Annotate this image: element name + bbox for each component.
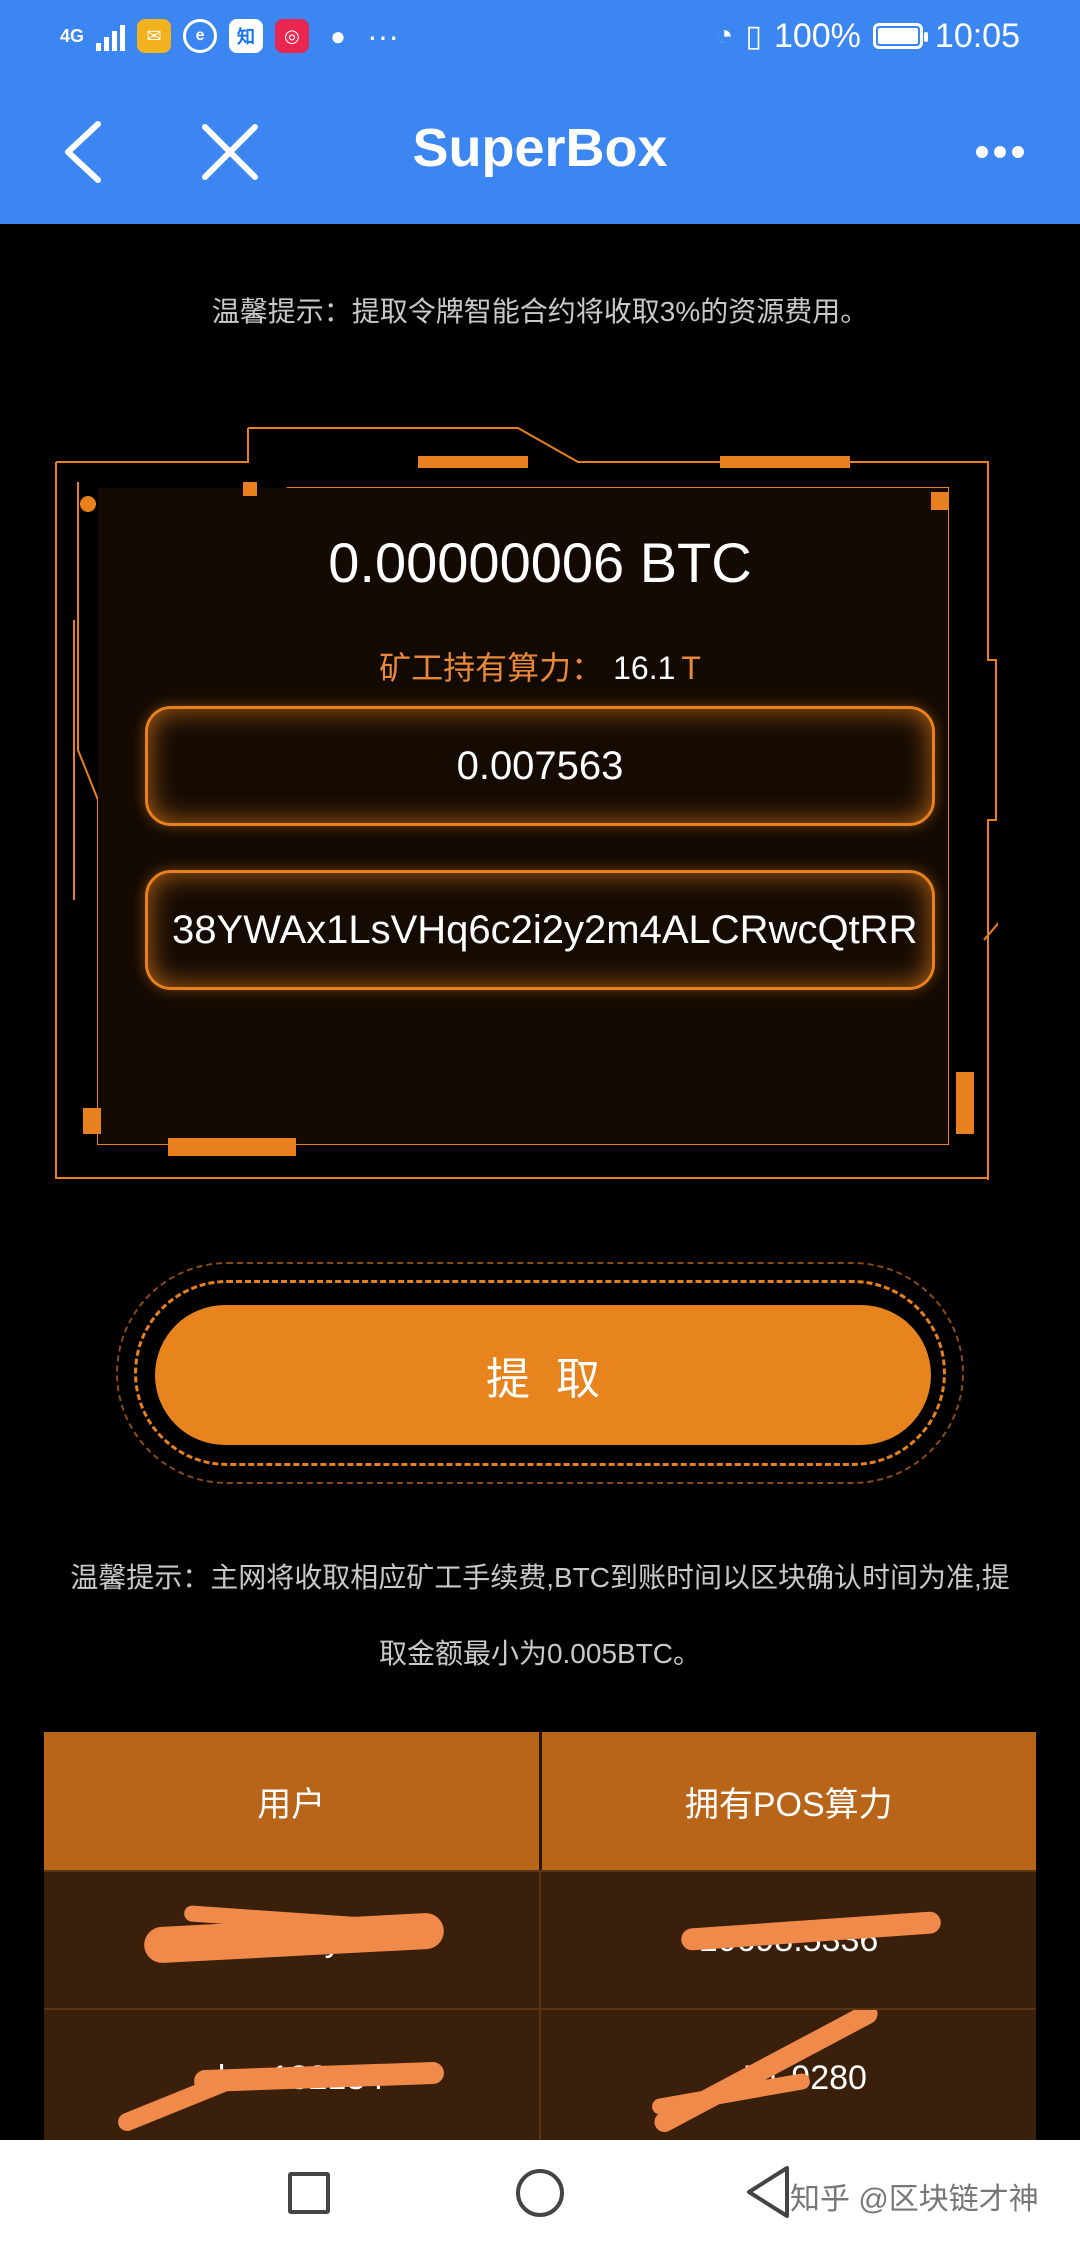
column-header-user: 用户 [257,1785,326,1824]
table-row: p35amiym 10698.5336 [44,1870,1036,2008]
clock: 10:05 [934,16,1020,55]
more-button[interactable] [960,112,1040,192]
sanjiao-icon: ◎ [275,19,310,53]
page-title: SuperBox [412,118,668,178]
miner-fee-tip-line2: 取金额最小为0.005BTC。 [378,1638,702,1669]
battery-icon [872,23,928,49]
status-bar: 4G ✉ e 知 ◎ ● ··· ◔ ▯ 100% 10:05 [0,0,1080,72]
data-saver-icon: ◔ [715,19,734,52]
vibrate-icon: ▯ [745,19,762,53]
table-cell-pos: …71.9280 [539,2010,1036,2146]
title-bar: SuperBox [0,72,1080,224]
redaction-scribble [115,2068,243,2134]
miner-fee-tip: 温馨提示：主网将收取相应矿工手续费,BTC到账时间以区块确认时间为准,提 取金额… [60,1540,1020,1692]
status-right: ◔ ▯ 100% 10:05 [715,17,1020,56]
address-value: 38YWAx1LsVHq6c2i2y2m4ALCRwcQtRR [172,907,918,952]
signal-icon [96,21,126,51]
more-dots-icon [976,146,1024,158]
mail-icon: ✉ [137,19,172,53]
miner-hashrate: 矿工持有算力： 16.1 T [0,643,1080,689]
browser-icon: e [183,19,218,53]
table-cell-user: zh…13213 l [44,2010,539,2146]
wechat-icon: ● [330,20,346,51]
table-cell-user: p35amiym [44,1872,539,2008]
withdraw-amount-input[interactable]: 0.007563 [145,706,935,826]
btc-balance: 0.00000006 BTC [328,531,752,594]
amount-value: 0.007563 [456,743,624,788]
home-button[interactable] [516,2169,564,2217]
network-label: 4G [60,25,85,46]
triangle-back-icon [747,2166,789,2218]
chevron-left-icon [65,121,101,183]
column-header-pos: 拥有POS算力 [538,1732,1037,1870]
miner-fee-tip-line1: 温馨提示：主网将收取相应矿工手续费,BTC到账时间以区块确认时间为准,提 [70,1562,1010,1593]
back-button[interactable] [42,112,122,192]
watermark: 知乎 @区块链才神 [790,2183,1039,2216]
battery-percent: 100% [773,16,861,55]
withdraw-label: 提取 [486,1355,626,1404]
withdraw-button[interactable]: 提取 [155,1305,931,1445]
resource-fee-tip: 温馨提示：提取令牌智能合约将收取3%的资源费用。 [211,296,869,327]
zhihu-icon: 知 [229,19,264,53]
hashrate-table: 用户 拥有POS算力 p35amiym 10698.5336 zh…13213 … [44,1732,1036,2146]
table-row: zh…13213 l …71.9280 [44,2008,1036,2146]
hashrate-unit: T [681,650,701,686]
system-nav-bar: 知乎 @区块链才神 [0,2140,1080,2243]
status-left: 4G ✉ e 知 ◎ ● ··· [60,18,399,55]
hashrate-value: 16.1 [613,650,676,686]
more-status-icons: ··· [367,17,399,54]
btc-address-input[interactable]: 38YWAx1LsVHq6c2i2y2m4ALCRwcQtRR [145,870,935,990]
system-back-button[interactable] [745,2164,791,2225]
recent-apps-button[interactable] [288,2172,330,2214]
close-button[interactable] [190,112,270,192]
table-cell-pos: 10698.5336 [539,1872,1036,2008]
table-header: 用户 拥有POS算力 [44,1732,1036,1870]
hashrate-label: 矿工持有算力： [379,650,604,686]
close-icon [202,124,258,180]
